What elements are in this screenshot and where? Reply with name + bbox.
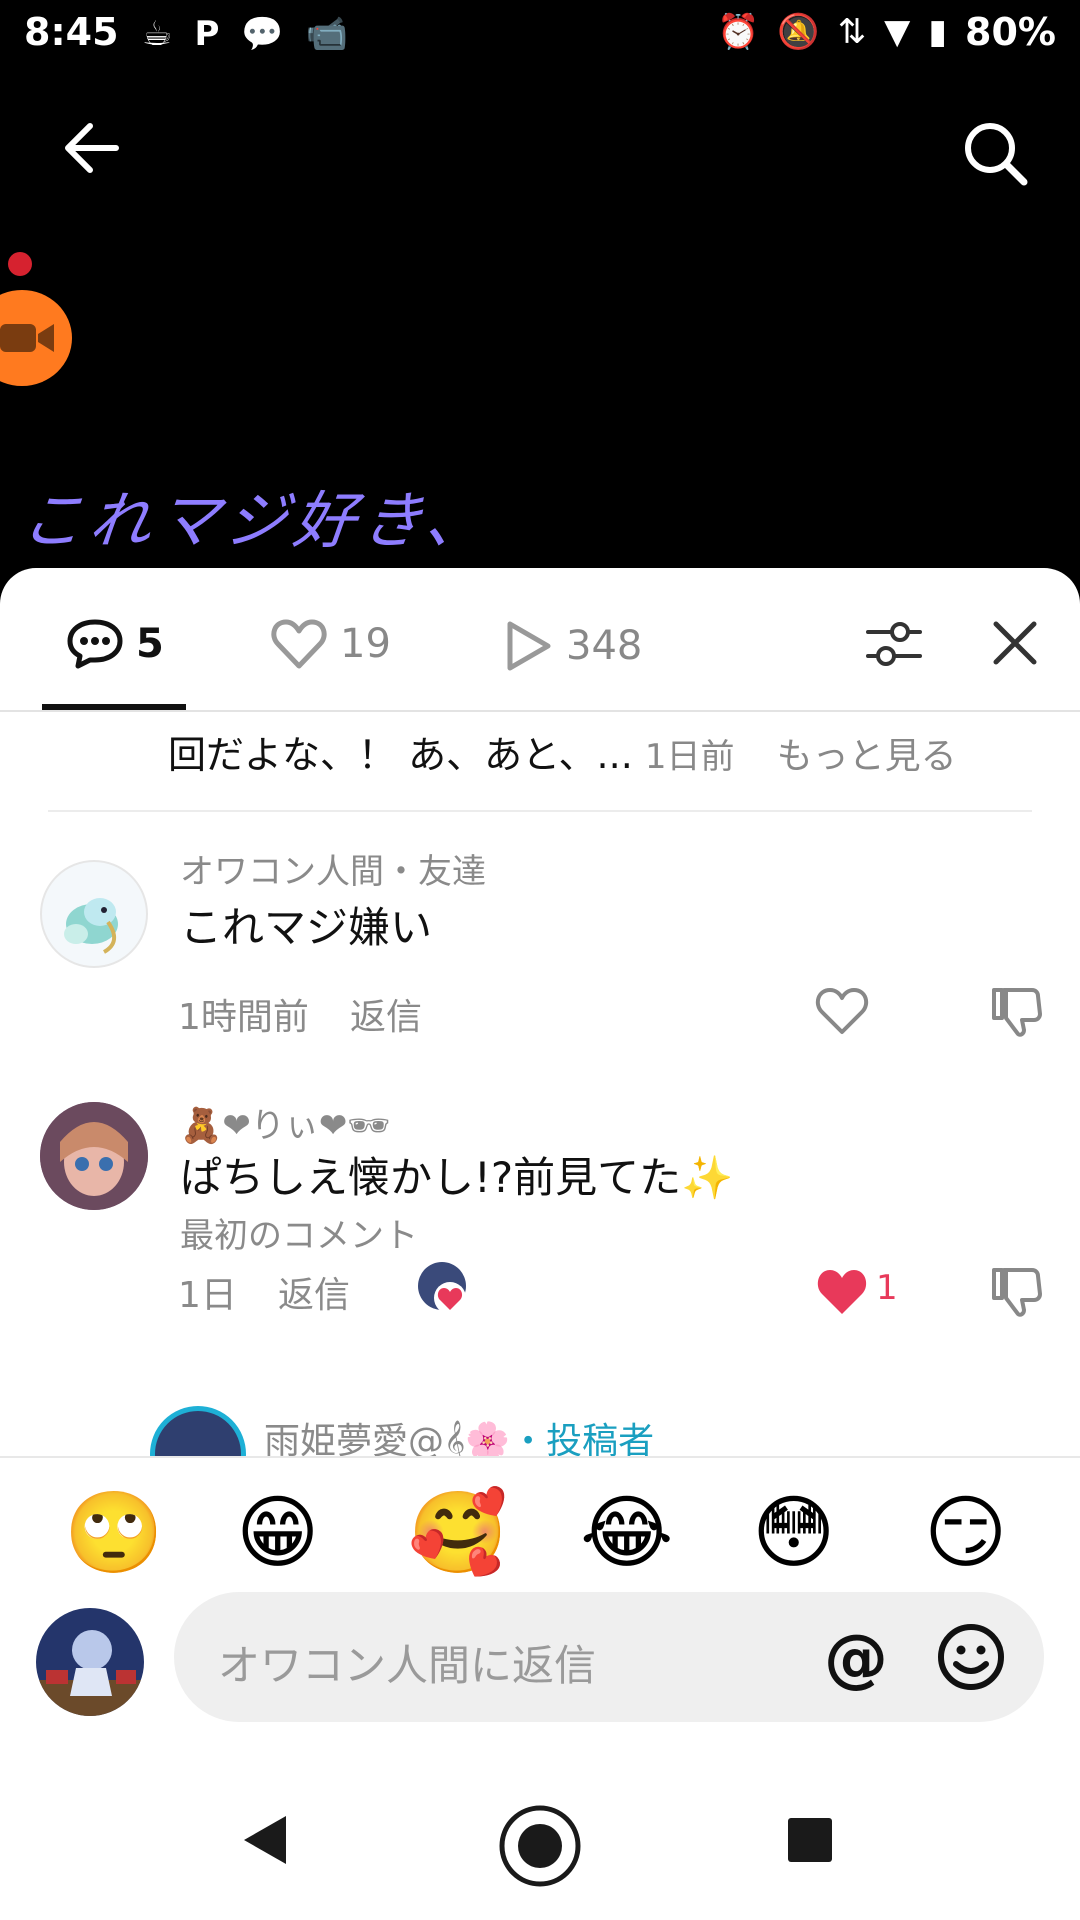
search-icon bbox=[965, 123, 1028, 186]
triangle-back-icon bbox=[244, 1816, 286, 1864]
reply-placeholder: オワコン人間に返信 bbox=[218, 1641, 597, 1690]
comment-list[interactable]: 回だよな、！ あ、あと、... 1日前 もっと見る オワコン人間・友達 これマジ… bbox=[0, 714, 1080, 1458]
see-more-link[interactable]: もっと見る bbox=[777, 736, 957, 777]
comment-text: これマジ嫌い bbox=[180, 903, 433, 952]
likes-count: 19 bbox=[340, 621, 391, 667]
dislike-button[interactable] bbox=[988, 1264, 1044, 1320]
video-camera-icon: 📹 bbox=[305, 14, 349, 54]
tab-likes[interactable]: 19 bbox=[270, 618, 391, 670]
avatar[interactable] bbox=[40, 1102, 148, 1210]
tab-comments[interactable]: 5 bbox=[66, 618, 164, 670]
comment-author: オワコン人間・友達 bbox=[180, 852, 486, 892]
comments-count: 5 bbox=[136, 621, 164, 667]
coffee-icon: ☕ bbox=[142, 14, 173, 54]
emoji-smirk-button[interactable]: 😏 bbox=[924, 1488, 1014, 1578]
wifi-icon: ▼ bbox=[884, 12, 911, 52]
like-count: 1 bbox=[876, 1268, 898, 1308]
notification-icons: ☕ P 💬 📹 bbox=[142, 14, 348, 54]
comment-time: 1日 bbox=[178, 1275, 237, 1316]
heart-outline-icon bbox=[271, 619, 327, 669]
record-indicator bbox=[8, 252, 32, 276]
filter-button[interactable] bbox=[864, 614, 924, 674]
tab-underline bbox=[42, 704, 186, 710]
search-button[interactable] bbox=[960, 118, 1030, 188]
comment-text: ぱちしえ懐かし!?前見てた✨ bbox=[180, 1153, 734, 1202]
my-avatar[interactable] bbox=[36, 1608, 144, 1716]
emoji-quick-bar: 🙄 😁 🥰 😂 😳 😏 bbox=[0, 1456, 1080, 1606]
sliders-icon bbox=[866, 622, 922, 666]
comment-bubble-icon bbox=[67, 619, 123, 669]
back-button[interactable] bbox=[62, 118, 122, 178]
system-nav-bar bbox=[0, 1760, 1080, 1920]
dislike-button[interactable] bbox=[988, 984, 1044, 1040]
bell-off-icon: 🔕 bbox=[777, 12, 820, 52]
heart-filled-icon bbox=[817, 1270, 867, 1314]
tab-views[interactable]: 348 bbox=[502, 618, 642, 674]
video-caption: これマジ好き、 bbox=[17, 484, 497, 557]
previous-comment-time: 1日前 bbox=[644, 737, 735, 777]
previous-comment-tail: 回だよな、！ あ、あと、... 1日前 もっと見る bbox=[168, 724, 1048, 779]
chat-bubble-icon: 💬 bbox=[241, 14, 284, 54]
emoji-picker-button[interactable] bbox=[936, 1622, 1006, 1692]
smiley-icon bbox=[938, 1624, 1004, 1690]
creator-avatar[interactable] bbox=[150, 1406, 246, 1458]
creator-liked-avatar bbox=[418, 1262, 466, 1314]
nav-back-button[interactable] bbox=[240, 1812, 290, 1872]
close-button[interactable] bbox=[990, 618, 1040, 668]
reply-input[interactable]: オワコン人間に返信 @ bbox=[174, 1592, 1044, 1722]
status-bar: 8:45 ☕ P 💬 📹 ⏰ 🔕 ⇅ ▼ ▮ 80% bbox=[0, 0, 1080, 80]
home-circle-icon bbox=[499, 1805, 581, 1887]
mention-button[interactable]: @ bbox=[824, 1622, 888, 1696]
like-button[interactable] bbox=[814, 984, 870, 1040]
comment-author: 雨姫夢愛@𝄞🌸・投稿者 bbox=[264, 1412, 654, 1458]
pokemon-avatar-icon bbox=[64, 898, 118, 954]
status-right: ⏰ 🔕 ⇅ ▼ ▮ 80% bbox=[717, 10, 1056, 54]
comment-time: 1時間前 bbox=[178, 997, 309, 1038]
views-count: 348 bbox=[566, 623, 643, 669]
anime-boy-avatar-icon bbox=[36, 1608, 144, 1716]
battery-level: 80% bbox=[965, 10, 1056, 54]
anime-girl-avatar-icon bbox=[40, 1102, 148, 1210]
close-icon bbox=[993, 621, 1037, 665]
sheet-tabs: 5 19 348 bbox=[0, 568, 1080, 712]
nav-recents-button[interactable] bbox=[786, 1816, 834, 1868]
heart-badge-icon bbox=[434, 1282, 466, 1314]
thumbs-down-icon bbox=[992, 1268, 1042, 1317]
emoji-grin-button[interactable]: 😁 bbox=[236, 1488, 326, 1578]
heart-outline-icon bbox=[815, 988, 869, 1034]
nav-home-button[interactable] bbox=[498, 1804, 582, 1892]
previous-comment-text: 回だよな、！ あ、あと、... bbox=[168, 733, 633, 777]
divider bbox=[48, 810, 1032, 812]
floating-camera-button[interactable] bbox=[0, 290, 72, 386]
emoji-flushed-button[interactable]: 😳 bbox=[752, 1488, 842, 1578]
comment-item: オワコン人間・友達 これマジ嫌い 1時間前 返信 bbox=[0, 844, 1080, 1044]
battery-icon: ▮ bbox=[928, 12, 948, 52]
emoji-hearts-button[interactable]: 🥰 bbox=[408, 1488, 508, 1578]
reply-comment-item: 雨姫夢愛@𝄞🌸・投稿者 bbox=[0, 1406, 1080, 1458]
p-app-icon: P bbox=[194, 14, 220, 54]
reply-composer: オワコン人間に返信 @ bbox=[0, 1592, 1080, 1758]
status-time: 8:45 bbox=[24, 10, 119, 54]
emoji-laugh-button[interactable]: 😂 bbox=[580, 1488, 673, 1578]
first-comment-label: 最初のコメント bbox=[180, 1216, 418, 1256]
comment-sheet: 5 19 348 回だよな、！ あ、あと、... 1日前 もっと見る オワコン人… bbox=[0, 568, 1080, 1920]
creator-tag: ・投稿者 bbox=[510, 1421, 655, 1458]
video-camera-icon bbox=[0, 324, 54, 352]
emoji-eye-roll-button[interactable]: 🙄 bbox=[64, 1488, 164, 1578]
arrow-left-icon bbox=[65, 123, 119, 173]
alarm-icon: ⏰ bbox=[716, 12, 760, 52]
like-button[interactable] bbox=[814, 1264, 870, 1320]
play-icon bbox=[507, 621, 551, 671]
data-arrows-icon: ⇅ bbox=[837, 12, 867, 52]
thumbs-down-icon bbox=[992, 988, 1042, 1037]
reply-button[interactable]: 返信 bbox=[278, 1266, 350, 1318]
reply-button[interactable]: 返信 bbox=[350, 988, 422, 1040]
comment-author: 🧸❤りぃ❤🕶 bbox=[180, 1106, 391, 1146]
square-recents-icon bbox=[788, 1818, 832, 1862]
comment-item: 🧸❤りぃ❤🕶 ぱちしえ懐かし!?前見てた✨ 最初のコメント 1日 返信 1 bbox=[0, 1098, 1080, 1348]
avatar[interactable] bbox=[40, 860, 148, 968]
